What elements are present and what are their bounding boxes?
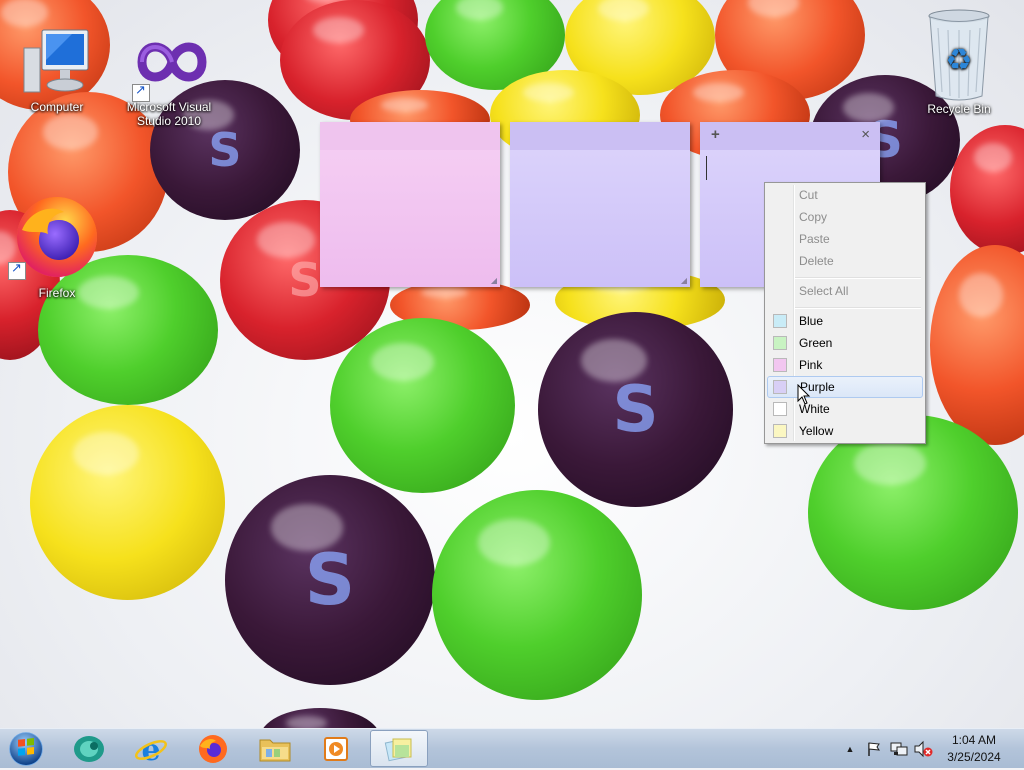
sticky-notes-icon <box>384 738 412 761</box>
action-center-flag-icon[interactable] <box>864 729 884 769</box>
menu-item-color-pink[interactable]: Pink <box>767 354 923 376</box>
desktop-icon-firefox[interactable]: Firefox <box>8 190 102 300</box>
menu-item-delete[interactable]: Delete <box>767 250 923 272</box>
start-button[interactable] <box>6 731 46 767</box>
menu-item-color-yellow[interactable]: Yellow <box>767 420 923 442</box>
text-caret <box>706 156 707 180</box>
candy <box>950 125 1024 255</box>
resize-grip-icon[interactable]: ◢ <box>491 276 497 285</box>
menu-item-color-white[interactable]: White <box>767 398 923 420</box>
add-note-button[interactable]: + <box>711 127 720 142</box>
candy <box>260 708 380 728</box>
color-swatch <box>773 424 787 438</box>
menu-item-cut[interactable]: Cut <box>767 184 923 206</box>
menu-item-select-all[interactable]: Select All <box>767 280 923 302</box>
menu-item-color-green[interactable]: Green <box>767 332 923 354</box>
desktop-icon-recycle-bin[interactable]: ♻ Recycle Bin <box>914 8 1004 116</box>
close-note-button[interactable]: × <box>861 127 870 142</box>
clock-time: 1:04 AM <box>951 733 997 747</box>
messenger-icon <box>74 735 104 762</box>
menu-item-label: Blue <box>799 314 824 328</box>
taskbar-firefox[interactable] <box>184 730 242 767</box>
menu-item-paste[interactable]: Paste <box>767 228 923 250</box>
color-swatch <box>773 402 787 416</box>
candy <box>930 245 1024 445</box>
menu-item-label: Yellow <box>799 424 834 438</box>
menu-item-color-purple[interactable]: Purple <box>767 376 923 398</box>
color-swatch <box>773 380 787 394</box>
taskbar-media-player[interactable] <box>308 730 366 767</box>
taskbar-sticky-notes[interactable] <box>370 730 428 767</box>
taskbar-clock[interactable]: 1:04 AM 3/25/2024 <box>934 732 1014 766</box>
menu-item-color-blue[interactable]: Blue <box>767 310 923 332</box>
shortcut-arrow-icon <box>8 261 26 280</box>
svg-text:e: e <box>141 733 160 765</box>
note-title-bar[interactable] <box>510 122 690 150</box>
color-swatch <box>773 358 787 372</box>
color-swatch <box>773 336 787 350</box>
desktop-icon-label: Microsoft Visual Studio 2010 <box>126 100 212 128</box>
candy: S <box>538 312 733 507</box>
menu-separator <box>795 277 921 279</box>
taskbar-file-explorer[interactable] <box>246 730 304 767</box>
note-title-bar[interactable] <box>320 122 500 150</box>
note-context-menu: Cut Copy Paste Delete Select All Blue Gr… <box>764 182 926 444</box>
menu-item-label: Green <box>799 336 833 350</box>
desktop-icon-visual-studio[interactable]: Microsoft Visual Studio 2010 <box>124 26 214 128</box>
clock-date: 3/25/2024 <box>947 750 1001 764</box>
menu-item-copy[interactable]: Copy <box>767 206 923 228</box>
taskbar-internet-explorer[interactable]: e <box>122 730 180 767</box>
file-explorer-icon <box>259 739 291 761</box>
volume-muted-icon[interactable] <box>912 729 934 769</box>
sticky-note-pink[interactable]: ◢ <box>320 122 500 287</box>
firefox-icon <box>199 734 227 763</box>
color-swatch <box>773 314 787 328</box>
sticky-note-purple[interactable]: ◢ <box>510 122 690 287</box>
network-icon[interactable] <box>888 729 910 769</box>
media-player-icon <box>324 736 348 761</box>
menu-item-label: Pink <box>799 358 823 372</box>
desktop-icon-label: Firefox <box>38 286 76 300</box>
candy <box>30 405 225 600</box>
menu-separator <box>795 307 921 309</box>
show-hidden-icons-button[interactable]: ▲ <box>842 729 858 769</box>
mouse-cursor-icon <box>797 384 811 405</box>
computer-icon <box>22 26 92 96</box>
candy <box>330 318 515 493</box>
desktop-icon-label: Recycle Bin <box>927 102 991 116</box>
taskbar: e ▲ 1:04 AM 3/25/2024 <box>0 728 1024 768</box>
candy <box>432 490 642 700</box>
windows-orb-icon <box>9 732 43 766</box>
firefox-icon <box>8 190 102 286</box>
svg-text:♻: ♻ <box>946 43 973 78</box>
note-title-bar[interactable] <box>700 122 880 150</box>
visual-studio-icon <box>132 26 207 102</box>
shortcut-arrow-icon <box>132 83 150 102</box>
internet-explorer-icon: e <box>135 733 167 765</box>
candy: S <box>225 475 435 685</box>
desktop-icon-computer[interactable]: Computer <box>12 26 102 114</box>
recycle-bin-icon: ♻ <box>924 8 994 102</box>
taskbar-messenger[interactable] <box>60 730 118 767</box>
candy <box>808 415 1018 610</box>
resize-grip-icon[interactable]: ◢ <box>681 276 687 285</box>
